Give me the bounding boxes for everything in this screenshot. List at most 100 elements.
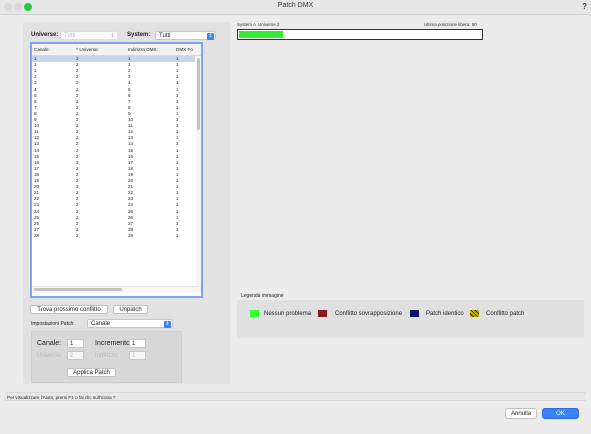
- cell-channel: 15: [34, 153, 40, 159]
- table-row[interactable]: 16 2 17 1: [32, 160, 195, 166]
- table-row[interactable]: 3 2 4 1: [32, 80, 195, 86]
- table-row[interactable]: 9 2 10 1: [32, 117, 195, 123]
- table-row[interactable]: 5 2 6 1: [32, 93, 195, 99]
- table-row[interactable]: 28 2 29 1: [32, 233, 195, 239]
- unpatch-button[interactable]: Unpatch: [113, 305, 148, 314]
- vertical-scrollbar[interactable]: [196, 56, 201, 286]
- table-row[interactable]: 26 2 27 1: [32, 221, 195, 227]
- table-row[interactable]: 7 2 8 1: [32, 105, 195, 111]
- legend-title: Legenda immagine: [241, 293, 284, 299]
- column-header-dmx-address[interactable]: Indirizzo DMX:: [128, 47, 158, 52]
- table-row[interactable]: 2 2 3 1: [32, 74, 195, 80]
- cell-universe: 2: [76, 123, 79, 129]
- cell-dmx-address: 15: [128, 147, 134, 153]
- cell-dmx-address: 14: [128, 141, 134, 147]
- horizontal-scrollbar[interactable]: [32, 286, 201, 293]
- table-row[interactable]: 20 2 21 1: [32, 184, 195, 190]
- cell-dmx-footprint: 1: [176, 165, 179, 171]
- table-row[interactable]: 13 2 14 1: [32, 141, 195, 147]
- cell-channel: 1: [34, 68, 37, 74]
- cell-dmx-footprint: 1: [176, 178, 179, 183]
- table-row[interactable]: 14 2 15 1: [32, 148, 195, 154]
- system-filter-select[interactable]: Tutti ⇕: [155, 31, 216, 40]
- cell-universe: 2: [76, 202, 79, 208]
- table-row[interactable]: 17 2 18 1: [32, 166, 195, 172]
- cell-dmx-footprint: 1: [176, 196, 179, 202]
- cell-dmx-address: 21: [128, 184, 134, 190]
- universe-filter-value: Tutti: [64, 33, 76, 39]
- cell-channel: 11: [34, 129, 39, 135]
- cell-universe: 2: [76, 220, 79, 226]
- cell-channel: 21: [34, 190, 40, 196]
- legend-swatch-overlap-conflict: [318, 310, 327, 317]
- cell-channel: 24: [34, 208, 40, 214]
- table-row[interactable]: 23 2 24 1: [32, 202, 195, 208]
- cell-channel: 19: [34, 178, 40, 183]
- cell-dmx-footprint: 1: [176, 92, 179, 98]
- table-row[interactable]: 19 2 20 1: [32, 178, 195, 184]
- cell-dmx-address: 22: [128, 190, 134, 196]
- cell-channel: 14: [34, 147, 40, 153]
- cell-dmx-address: 3: [128, 74, 131, 80]
- help-icon[interactable]: ?: [582, 2, 587, 11]
- cell-channel: 27: [34, 226, 40, 232]
- universe-filter-select[interactable]: Tutti ⇕: [60, 31, 118, 40]
- cell-dmx-address: 2: [128, 68, 131, 74]
- table-row[interactable]: 24 2 25 1: [32, 209, 195, 215]
- cell-dmx-footprint: 1: [176, 202, 179, 208]
- select-arrows-icon: ⇕: [110, 33, 115, 39]
- address-input[interactable]: 1: [129, 351, 146, 360]
- table-row[interactable]: 15 2 16 1: [32, 154, 195, 160]
- cell-dmx-address: 23: [128, 196, 134, 202]
- cell-dmx-address: 26: [128, 214, 134, 220]
- cell-dmx-address: 8: [128, 104, 131, 110]
- table-header: Canale: ^ Universe: Indirizzo DMX: DMX F…: [32, 44, 201, 56]
- table-row[interactable]: 25 2 26 1: [32, 215, 195, 221]
- table-row[interactable]: 1 2 1 1: [32, 62, 195, 68]
- legend-label-patch-conflict: Conflitto patch: [486, 311, 525, 317]
- table-row[interactable]: 1 2 1 1: [32, 56, 195, 62]
- channel-input[interactable]: 1: [67, 339, 84, 348]
- table-row[interactable]: 12 2 13 1: [32, 135, 195, 141]
- cancel-button[interactable]: Annulla: [505, 408, 537, 419]
- patch-settings-label: Impostazioni Patch:: [31, 321, 75, 327]
- universe-usage-fill: [239, 31, 283, 38]
- table-row[interactable]: 10 2 11 1: [32, 123, 195, 129]
- title-bar: Patch DMX ?: [0, 0, 591, 15]
- table-row[interactable]: 11 2 12 1: [32, 129, 195, 135]
- table-row[interactable]: 8 2 9 1: [32, 111, 195, 117]
- cell-dmx-footprint: 1: [176, 86, 179, 92]
- patch-table[interactable]: Canale: ^ Universe: Indirizzo DMX: DMX F…: [30, 42, 203, 298]
- status-bar: Per visualizzare l'Aiuto, premi F1 o fai…: [5, 392, 586, 401]
- universe-usage-bar[interactable]: [237, 29, 483, 40]
- legend-swatch-identical-patch: [410, 310, 419, 317]
- table-row[interactable]: 18 2 19 1: [32, 172, 195, 178]
- cell-dmx-address: 24: [128, 202, 134, 208]
- horizontal-scroll-thumb[interactable]: [34, 288, 122, 291]
- patch-mode-value: Canale: [91, 321, 111, 327]
- legend-label-overlap-conflict: Conflitto sovrapposizione: [335, 311, 403, 317]
- table-row[interactable]: 6 2 7 1: [32, 99, 195, 105]
- select-arrows-icon: ⇕: [207, 33, 214, 40]
- table-row[interactable]: 4 2 5 1: [32, 87, 195, 93]
- vertical-scroll-thumb[interactable]: [197, 58, 200, 130]
- cell-dmx-address: 6: [128, 92, 131, 98]
- table-row[interactable]: 22 2 23 1: [32, 196, 195, 202]
- table-row[interactable]: 1 2 2 1: [32, 68, 195, 74]
- universe-input[interactable]: 2: [67, 351, 84, 360]
- table-row[interactable]: 27 2 28 1: [32, 227, 195, 233]
- cell-dmx-footprint: 1: [176, 226, 179, 232]
- find-next-conflict-button[interactable]: Trova prossimo conflitto: [30, 305, 108, 314]
- column-header-universe[interactable]: ^ Universe:: [76, 47, 99, 52]
- increment-input[interactable]: 1: [129, 339, 146, 348]
- ok-button[interactable]: OK: [542, 408, 579, 419]
- cell-universe: 2: [76, 117, 79, 122]
- apply-patch-button[interactable]: Applica Patch: [67, 368, 116, 377]
- column-header-dmx-footprint[interactable]: DMX Fo: [176, 47, 193, 52]
- cell-dmx-footprint: 1: [176, 159, 179, 165]
- patch-mode-select[interactable]: Canale ⇕: [87, 319, 173, 328]
- table-row[interactable]: 21 2 22 1: [32, 190, 195, 196]
- cell-dmx-address: 11: [128, 123, 133, 129]
- cell-channel: 20: [34, 184, 40, 190]
- column-header-channel[interactable]: Canale:: [34, 47, 50, 52]
